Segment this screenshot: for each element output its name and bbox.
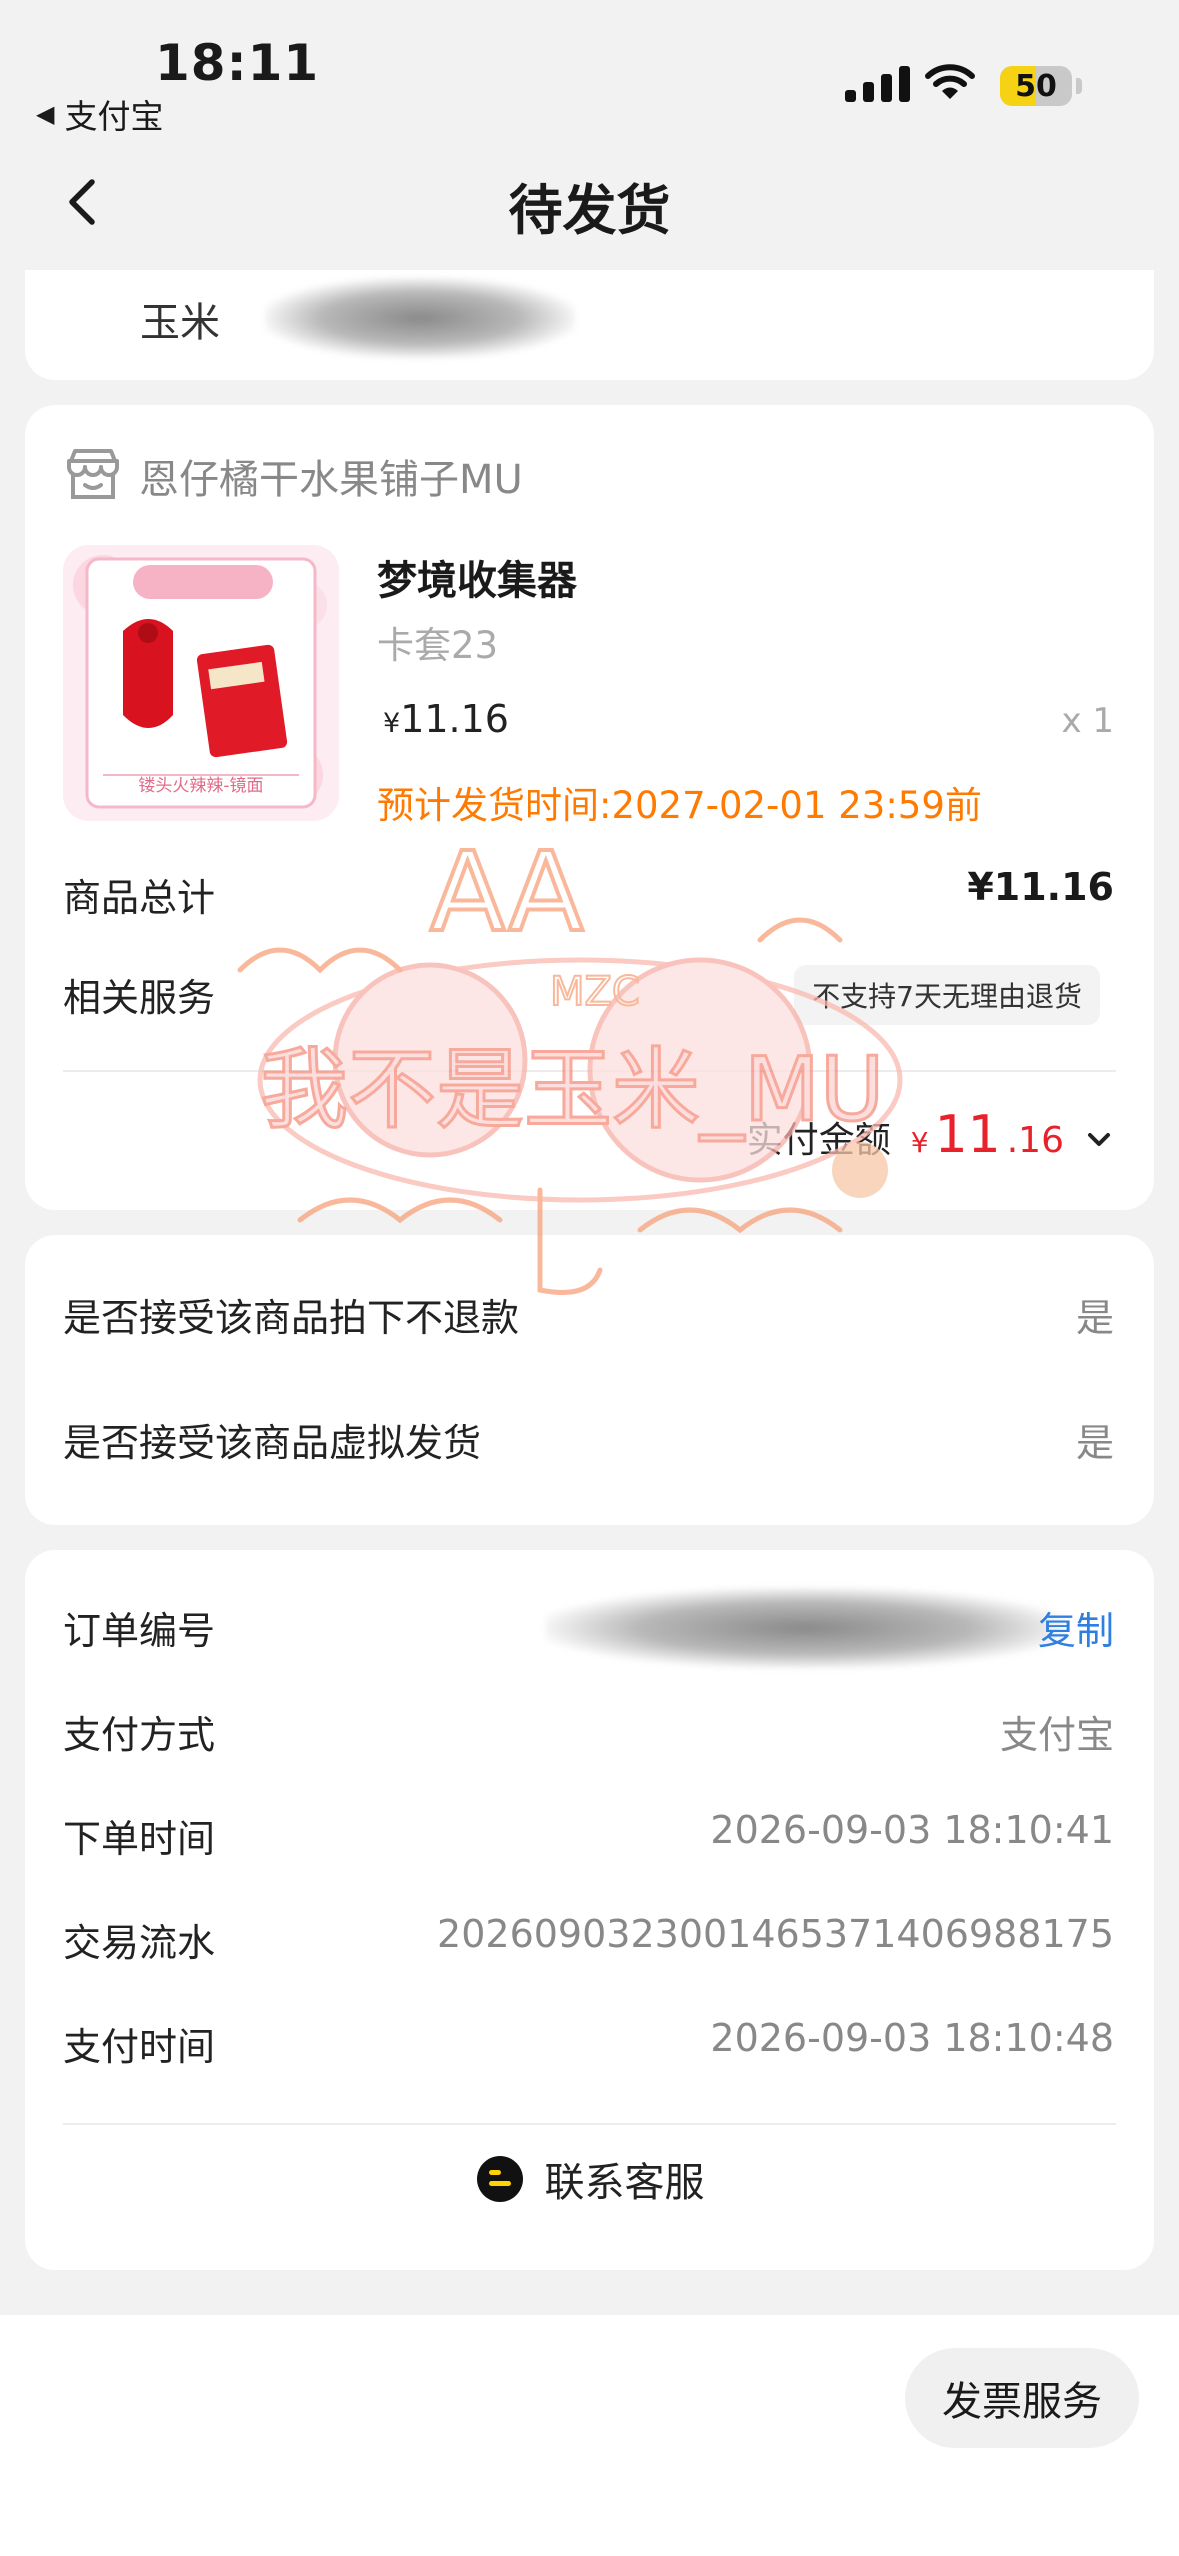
copy-order-no-button[interactable]: 复制	[1038, 1600, 1114, 1655]
paid-label: 实付金额	[746, 1120, 891, 1161]
paid-decimal: .16	[1006, 1120, 1064, 1161]
total-label: 商品总计	[63, 876, 216, 920]
order-no-label: 订单编号	[63, 1609, 216, 1653]
trade-no-label: 交易流水	[63, 1921, 216, 1965]
chevron-left-icon[interactable]	[60, 176, 104, 228]
back-app-label: 支付宝	[64, 97, 164, 136]
shop-name[interactable]: 恩仔橘干水果铺子MU	[139, 447, 523, 505]
price-currency: ¥	[383, 708, 401, 739]
redacted-phone	[265, 278, 575, 358]
order-info-divider	[63, 2123, 1116, 2125]
pay-time-label: 支付时间	[63, 2025, 216, 2069]
battery-tip	[1076, 78, 1082, 94]
agreement-virtual-ship-value: 是	[1075, 1421, 1114, 1465]
order-time-label: 下单时间	[63, 1817, 216, 1861]
trade-no-value: 2026090323001465371406988175	[437, 1912, 1114, 1956]
pay-method-value: 支付宝	[999, 1713, 1114, 1757]
redacted-order-no	[545, 1588, 1065, 1668]
product-name[interactable]: 梦境收集器	[377, 548, 577, 606]
back-triangle-icon: ◀	[36, 100, 55, 128]
contact-service-button[interactable]: 联系客服	[25, 2150, 1154, 2208]
product-variant: 卡套23	[377, 624, 499, 667]
shop-icon[interactable]	[65, 447, 121, 501]
product-card: 恩仔橘干水果铺子MU 镂头火辣辣-镜面 梦境收集器 卡套23 ¥11.16 x …	[25, 405, 1154, 1210]
ship-estimate: 预计发货时间:2027-02-01 23:59前	[377, 784, 982, 827]
product-quantity: x 1	[1061, 701, 1114, 741]
service-label: 相关服务	[63, 976, 216, 1020]
price-amount: 11.16	[400, 697, 509, 741]
pay-time-value: 2026-09-03 18:10:48	[710, 2016, 1114, 2060]
recipient-name: 玉米	[140, 300, 220, 346]
total-value: ¥11.16	[967, 865, 1114, 909]
product-price: ¥11.16	[383, 697, 509, 741]
chevron-down-icon	[1088, 1133, 1110, 1146]
product-image-caption: 镂头火辣辣-镜面	[138, 776, 264, 796]
invoice-service-button[interactable]: 发票服务	[905, 2348, 1139, 2448]
summary-divider	[63, 1070, 1116, 1072]
back-to-app-link[interactable]: ◀ 支付宝	[36, 90, 163, 138]
agreement-virtual-ship-label: 是否接受该商品虚拟发货	[63, 1421, 482, 1465]
no-7day-return-badge: 不支持7天无理由退货	[794, 965, 1100, 1025]
contact-service-label: 联系客服	[544, 2160, 705, 2206]
pay-method-label: 支付方式	[63, 1713, 216, 1757]
wifi-icon	[925, 64, 975, 99]
address-card: 玉米	[25, 270, 1154, 380]
customer-service-icon	[476, 2156, 523, 2202]
order-info-card: 订单编号 复制 支付方式 支付宝 下单时间 2026-09-03 18:10:4…	[25, 1550, 1154, 2270]
paid-amount-row[interactable]: 实付金额 ¥ 11 .16	[747, 1105, 1114, 1165]
paid-integer: 11	[934, 1105, 1001, 1165]
status-time: 18:11	[155, 34, 320, 92]
paid-currency: ¥	[910, 1126, 929, 1159]
battery-icon: 50	[1000, 66, 1072, 106]
cellular-signal-icon	[845, 62, 910, 102]
agreements-card: 是否接受该商品拍下不退款 是 是否接受该商品虚拟发货 是	[25, 1235, 1154, 1525]
agreement-no-refund-label: 是否接受该商品拍下不退款	[63, 1296, 520, 1340]
page-title: 待发货	[508, 179, 671, 242]
product-image[interactable]: 镂头火辣辣-镜面	[63, 545, 339, 821]
agreement-no-refund-value: 是	[1075, 1296, 1114, 1340]
battery-level: 50	[1015, 68, 1057, 104]
order-time-value: 2026-09-03 18:10:41	[710, 1808, 1114, 1852]
